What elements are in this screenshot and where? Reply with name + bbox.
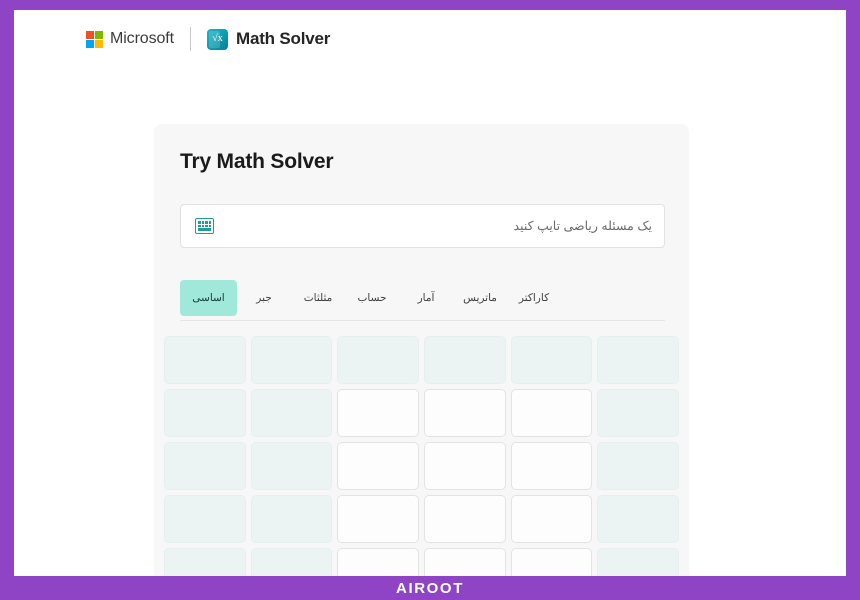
keyboard-icon[interactable]: [195, 218, 214, 234]
keypad-key[interactable]: [510, 389, 593, 437]
keypad-key[interactable]: [423, 389, 506, 437]
keypad-key[interactable]: [164, 442, 246, 490]
math-solver-icon-glyph: √x: [212, 33, 223, 44]
keypad-key[interactable]: [337, 495, 419, 543]
math-input[interactable]: [214, 219, 652, 233]
keypad-key[interactable]: [250, 495, 333, 543]
site-header: Microsoft √x Math Solver: [14, 10, 846, 68]
tab-character[interactable]: کاراکتر: [507, 280, 561, 316]
keypad-key[interactable]: [597, 336, 679, 384]
microsoft-logo-icon: [86, 30, 103, 48]
product-title: Math Solver: [236, 29, 331, 48]
page-canvas: Microsoft √x Math Solver Try Math Solver: [14, 10, 846, 576]
keypad-key[interactable]: [597, 548, 679, 576]
math-solver-icon: √x: [207, 28, 228, 50]
keypad-key[interactable]: [423, 442, 506, 490]
keypad-key[interactable]: [597, 495, 679, 543]
keypad-key[interactable]: [510, 495, 593, 543]
logo-square-blue: [86, 39, 94, 48]
watermark-band: AIROOT: [0, 576, 860, 600]
math-solver-link[interactable]: √x Math Solver: [207, 28, 331, 50]
header-divider: [190, 27, 191, 51]
keypad-key[interactable]: [250, 336, 333, 384]
solver-card: Try Math Solver اساسیجبرمثلثاتحسابآمارما…: [154, 124, 689, 576]
tab-basic[interactable]: اساسی: [180, 280, 237, 316]
keypad-key[interactable]: [597, 442, 679, 490]
keypad-key[interactable]: [337, 548, 419, 576]
keypad-key[interactable]: [164, 548, 246, 576]
microsoft-logo-link[interactable]: Microsoft: [86, 30, 174, 48]
tab-matrix[interactable]: ماتریس: [453, 280, 507, 316]
keypad-key[interactable]: [250, 389, 333, 437]
page-title: Try Math Solver: [180, 150, 334, 173]
logo-square-green: [95, 30, 103, 39]
keypad-key[interactable]: [250, 548, 333, 576]
keypad-key[interactable]: [597, 389, 679, 437]
tab-calculus[interactable]: حساب: [345, 280, 399, 316]
keypad-key[interactable]: [164, 389, 246, 437]
tab-trigonometry[interactable]: مثلثات: [291, 280, 345, 316]
keypad-key[interactable]: [510, 548, 593, 576]
keypad-key[interactable]: [510, 442, 593, 490]
math-input-row[interactable]: [180, 204, 665, 248]
microsoft-wordmark: Microsoft: [110, 30, 174, 47]
keypad-key[interactable]: [337, 336, 419, 384]
purple-frame: Microsoft √x Math Solver Try Math Solver: [0, 0, 860, 600]
logo-square-yellow: [95, 39, 103, 48]
tab-algebra[interactable]: جبر: [237, 280, 291, 316]
watermark-text: AIROOT: [396, 579, 464, 597]
symbol-keypad: [164, 336, 679, 576]
keypad-key[interactable]: [423, 495, 506, 543]
keypad-key[interactable]: [423, 336, 506, 384]
keypad-key[interactable]: [164, 336, 246, 384]
keypad-key[interactable]: [337, 442, 419, 490]
keypad-key[interactable]: [337, 389, 419, 437]
logo-square-red: [86, 30, 94, 39]
keypad-key[interactable]: [423, 548, 506, 576]
keypad-key[interactable]: [510, 336, 593, 384]
tab-statistics[interactable]: آمار: [399, 280, 453, 316]
category-tabs: اساسی جبر مثلثات حساب آمار ماتریس کاراکتر: [180, 276, 665, 321]
keypad-key[interactable]: [164, 495, 246, 543]
keypad-key[interactable]: [250, 442, 333, 490]
